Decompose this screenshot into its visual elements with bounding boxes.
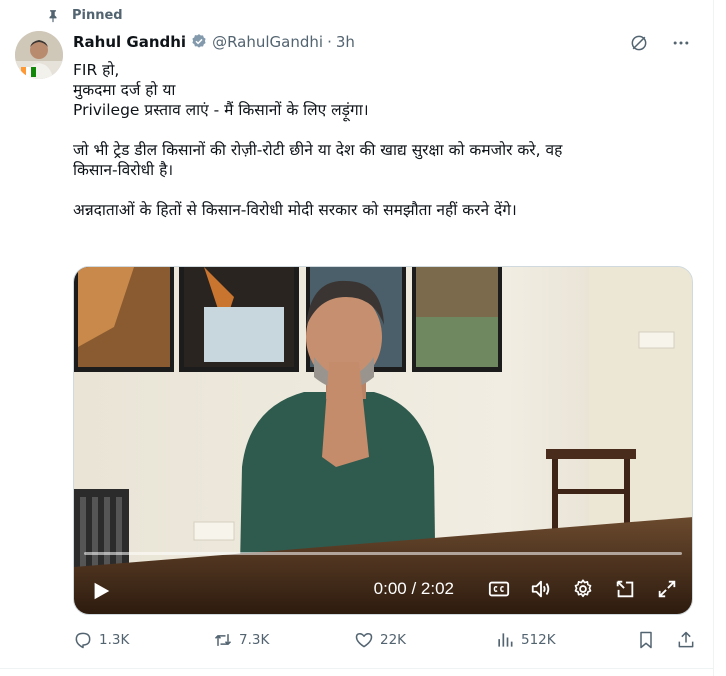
share-icon <box>678 631 694 648</box>
video-frame <box>74 267 692 614</box>
author-handle[interactable]: @RahulGandhi <box>212 33 323 51</box>
play-icon[interactable] <box>90 580 112 602</box>
reply-button[interactable]: 1.3K <box>73 630 129 650</box>
separator-dot: · <box>327 33 332 51</box>
tweet-top-actions <box>607 33 691 53</box>
tweet[interactable]: Pinned Rahul Gandhi @RahulGandhi · 3h FI… <box>0 0 714 676</box>
repost-count: 7.3K <box>239 632 270 648</box>
bookmark-icon <box>640 631 652 649</box>
captions-icon[interactable] <box>488 578 510 600</box>
like-count: 22K <box>380 632 407 648</box>
tweet-text-line: मुकदमा दर्ज हो या <box>73 81 176 99</box>
heart-icon <box>355 633 373 648</box>
tweet-text-line: किसान-विरोधी है। <box>73 161 174 179</box>
pinned-indicator: Pinned <box>46 8 123 23</box>
divider <box>0 668 714 669</box>
tweet-text-line: FIR हो, <box>73 61 120 79</box>
views-button[interactable]: 512K <box>495 630 556 650</box>
pin-icon <box>49 9 57 22</box>
pinned-label: Pinned <box>72 8 123 23</box>
tweet-text: FIR हो, मुकदमा दर्ज हो या Privilege प्रस… <box>73 60 693 220</box>
like-button[interactable]: 22K <box>354 630 406 650</box>
video-player[interactable]: 0:00 / 2:02 <box>73 266 693 615</box>
bookmark-button[interactable] <box>636 630 662 650</box>
settings-gear-icon[interactable] <box>572 578 594 600</box>
repost-icon <box>214 634 232 646</box>
video-controls-right: 0:00 / 2:02 <box>374 578 678 600</box>
tweet-actions: 1.3K 7.3K 22K 512K <box>73 630 698 654</box>
video-controls: 0:00 / 2:02 <box>74 572 692 608</box>
tweet-text-line: Privilege प्रस्ताव लाएं - मैं किसानों के… <box>73 101 369 119</box>
more-options-icon[interactable] <box>671 33 691 53</box>
author-name[interactable]: Rahul Gandhi <box>73 33 186 51</box>
timestamp[interactable]: 3h <box>336 33 355 51</box>
avatar[interactable] <box>15 31 63 79</box>
volume-icon[interactable] <box>530 578 552 600</box>
verified-badge-icon <box>192 34 206 48</box>
video-progress-bar[interactable] <box>84 552 682 555</box>
share-button[interactable] <box>676 630 702 650</box>
tweet-text-line: अन्नदाताओं के हितों से किसान-विरोधी मोदी… <box>73 201 517 219</box>
picture-in-picture-icon[interactable] <box>614 578 636 600</box>
repost-button[interactable]: 7.3K <box>213 630 269 650</box>
tweet-header: Rahul Gandhi @RahulGandhi · 3h <box>73 33 355 51</box>
video-timecode: 0:00 / 2:02 <box>373 579 454 598</box>
view-count: 512K <box>521 632 556 648</box>
analytics-icon <box>498 633 513 647</box>
reply-count: 1.3K <box>99 632 130 648</box>
grok-icon[interactable] <box>629 33 649 53</box>
fullscreen-icon[interactable] <box>656 578 678 600</box>
reply-icon <box>75 632 91 649</box>
tweet-text-line: जो भी ट्रेड डील किसानों की रोज़ी-रोटी छी… <box>73 141 563 159</box>
